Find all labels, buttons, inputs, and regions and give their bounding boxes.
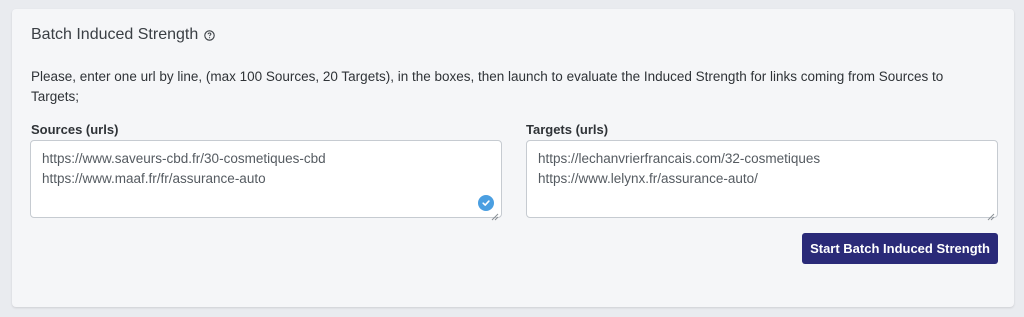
sources-label: Sources (urls) [31,122,119,137]
instructions-text: Please, enter one url by line, (max 100 … [31,69,944,104]
batch-induced-strength-panel: Batch Induced Strength Please, enter one… [12,9,1014,307]
sources-url-line: https://www.saveurs-cbd.fr/30-cosmetique… [42,151,326,166]
sources-textarea[interactable]: https://www.saveurs-cbd.fr/30-cosmetique… [30,140,502,221]
resize-handle-icon[interactable] [491,207,499,221]
start-batch-induced-strength-button[interactable]: Start Batch Induced Strength [802,233,998,264]
resize-handle-icon[interactable] [987,207,995,221]
targets-url-line: https://www.lelynx.fr/assurance-auto/ [538,171,758,186]
question-circle-icon[interactable] [204,30,215,41]
panel-title: Batch Induced Strength [31,26,199,43]
targets-label: Targets (urls) [526,122,609,137]
targets-textarea[interactable]: https://lechanvrierfrancais.com/32-cosme… [526,140,998,221]
panel-title-row: Batch Induced Strength [31,26,215,44]
sources-url-line: https://www.maaf.fr/fr/assurance-auto [42,171,266,186]
targets-url-line: https://lechanvrierfrancais.com/32-cosme… [538,151,821,166]
